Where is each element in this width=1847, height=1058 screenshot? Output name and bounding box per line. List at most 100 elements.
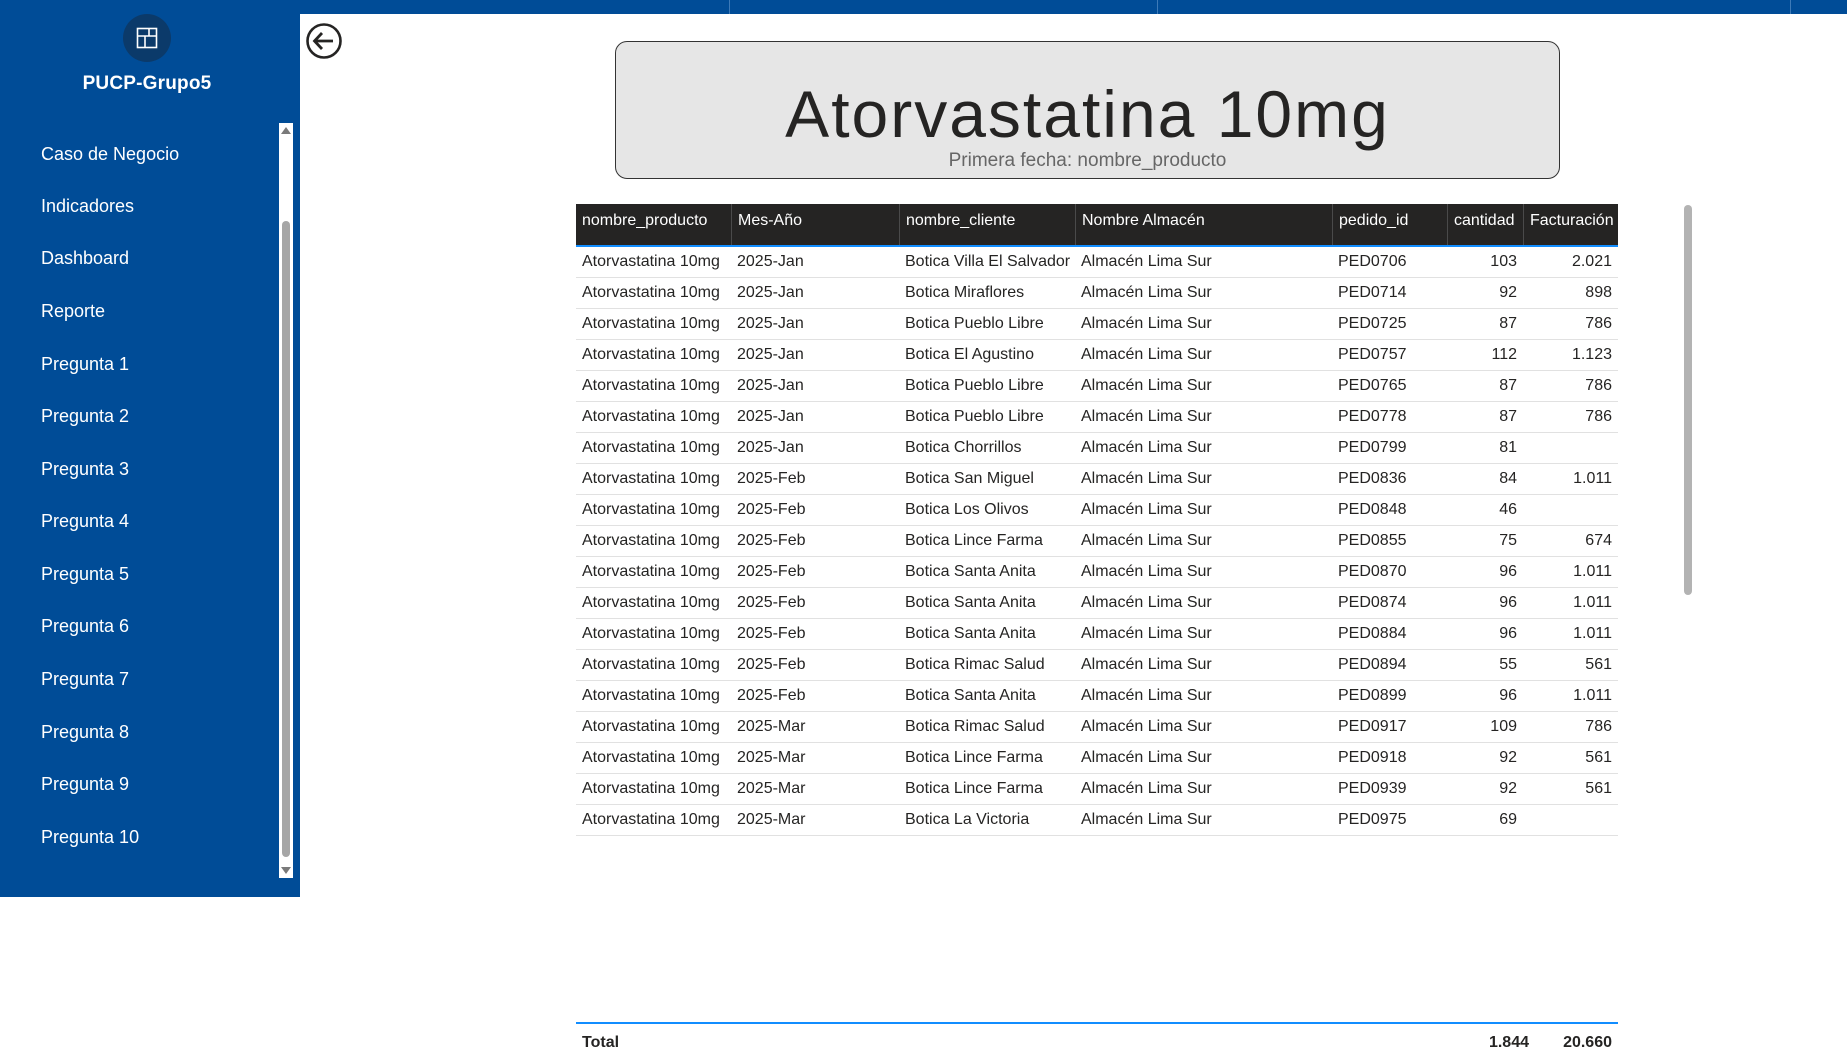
table-cell-nombre-producto: Atorvastatina 10mg [582,253,720,270]
table-cell-cantidad: 81 [1499,439,1517,456]
table-cell-cantidad: 92 [1499,749,1517,766]
table-cell-nombre-almac-n: Almacén Lima Sur [1081,284,1212,301]
table-cell-pedido-id: PED0725 [1338,315,1407,332]
sidebar-item-reporte[interactable]: Reporte [41,301,105,322]
table-cell-cantidad: 87 [1499,377,1517,394]
table-cell-nombre-cliente: Botica Pueblo Libre [905,408,1044,425]
sidebar-scrollbar[interactable] [279,123,293,878]
table-cell-nombre-producto: Atorvastatina 10mg [582,718,720,735]
sidebar-item-pregunta-3[interactable]: Pregunta 3 [41,459,129,480]
table-row[interactable]: Atorvastatina 10mg 2025-Feb Botica Santa A… [576,681,1618,712]
table-cell-facturaci-n: 786 [1585,408,1612,425]
table-cell-nombre-almac-n: Almacén Lima Sur [1081,470,1212,487]
table-cell-pedido-id: PED0918 [1338,749,1407,766]
table-body[interactable]: Atorvastatina 10mg 2025-Jan Botica Villa E… [576,247,1618,1023]
column-header-cantidad[interactable]: cantidad [1447,204,1523,245]
sidebar-item-caso-de-negocio[interactable]: Caso de Negocio [41,144,179,165]
scrollbar-thumb[interactable] [282,221,290,857]
table-row[interactable]: Atorvastatina 10mg 2025-Feb Botica Santa A… [576,588,1618,619]
sidebar-item-pregunta-4[interactable]: Pregunta 4 [41,511,129,532]
column-header-pedido-id[interactable]: pedido_id [1332,204,1447,245]
table-cell-nombre-cliente: Botica El Agustino [905,346,1034,363]
table-scrollbar-thumb[interactable] [1684,205,1692,595]
top-tab-strip [300,0,1847,14]
table-row[interactable]: Atorvastatina 10mg 2025-Feb Botica Santa A… [576,557,1618,588]
table-row[interactable]: Atorvastatina 10mg 2025-Mar Botica La Vict… [576,805,1618,836]
table-cell-pedido-id: PED0917 [1338,718,1407,735]
table-cell-pedido-id: PED0757 [1338,346,1407,363]
sidebar-item-indicadores[interactable]: Indicadores [41,196,134,217]
table-cell-nombre-almac-n: Almacén Lima Sur [1081,253,1212,270]
table-row[interactable]: Atorvastatina 10mg 2025-Jan Botica Miraflo… [576,278,1618,309]
table-row[interactable]: Atorvastatina 10mg 2025-Feb Botica Lince F… [576,526,1618,557]
table-cell-nombre-almac-n: Almacén Lima Sur [1081,408,1212,425]
table-cell-nombre-cliente: Botica La Victoria [905,811,1030,828]
sidebar-item-pregunta-8[interactable]: Pregunta 8 [41,722,129,743]
table-cell-facturaci-n: 561 [1585,656,1612,673]
column-header-nombre-cliente[interactable]: nombre_cliente [899,204,1075,245]
column-header-facturaci-n[interactable]: Facturación [1523,204,1618,245]
table-cell-facturaci-n: 786 [1585,315,1612,332]
table-cell-facturaci-n: 786 [1585,377,1612,394]
table-row[interactable]: Atorvastatina 10mg 2025-Feb Botica San Mig… [576,464,1618,495]
table-cell-nombre-almac-n: Almacén Lima Sur [1081,687,1212,704]
table-row[interactable]: Atorvastatina 10mg 2025-Jan Botica Pueblo … [576,402,1618,433]
table-cell-mes-a-o: 2025-Feb [737,501,806,518]
table-row[interactable]: Atorvastatina 10mg 2025-Feb Botica Los Oli… [576,495,1618,526]
table-cell-nombre-cliente: Botica Santa Anita [905,563,1036,580]
sidebar-item-pregunta-1[interactable]: Pregunta 1 [41,354,129,375]
table-cell-nombre-producto: Atorvastatina 10mg [582,687,720,704]
table-cell-pedido-id: PED0714 [1338,284,1407,301]
table-cell-cantidad: 75 [1499,532,1517,549]
scroll-down-arrow-icon[interactable] [281,867,291,874]
table-cell-nombre-producto: Atorvastatina 10mg [582,780,720,797]
table-cell-nombre-almac-n: Almacén Lima Sur [1081,811,1212,828]
table-cell-pedido-id: PED0899 [1338,687,1407,704]
card-subtitle: Primera fecha: nombre_producto [948,150,1227,171]
card-title: Atorvastatina 10mg [785,77,1390,151]
table-cell-mes-a-o: 2025-Feb [737,532,806,549]
table-cell-facturaci-n: 674 [1585,532,1612,549]
table-cell-mes-a-o: 2025-Feb [737,470,806,487]
table-row[interactable]: Atorvastatina 10mg 2025-Feb Botica Santa A… [576,619,1618,650]
column-header-nombre-almac-n[interactable]: Nombre Almacén [1075,204,1332,245]
table-cell-pedido-id: PED0706 [1338,253,1407,270]
sidebar-item-pregunta-9[interactable]: Pregunta 9 [41,774,129,795]
table-row[interactable]: Atorvastatina 10mg 2025-Mar Botica Lince F… [576,774,1618,805]
table-cell-nombre-producto: Atorvastatina 10mg [582,532,720,549]
table-cell-facturaci-n: 1.011 [1573,470,1612,487]
table-cell-mes-a-o: 2025-Jan [737,408,804,425]
table-cell-nombre-cliente: Botica Chorrillos [905,439,1022,456]
table-cell-pedido-id: PED0870 [1338,563,1407,580]
table-cell-nombre-cliente: Botica Rimac Salud [905,718,1045,735]
table-cell-nombre-almac-n: Almacén Lima Sur [1081,718,1212,735]
back-button[interactable] [305,22,343,60]
sidebar-item-dashboard[interactable]: Dashboard [41,248,129,269]
table-cell-nombre-cliente: Botica Villa El Salvador [905,253,1071,270]
table-row[interactable]: Atorvastatina 10mg 2025-Jan Botica Pueblo … [576,371,1618,402]
sidebar-item-pregunta-10[interactable]: Pregunta 10 [41,827,139,848]
column-header-mes-a-o[interactable]: Mes-Año [731,204,899,245]
table-cell-pedido-id: PED0975 [1338,811,1407,828]
table-row[interactable]: Atorvastatina 10mg 2025-Jan Botica Pueblo … [576,309,1618,340]
sidebar-item-pregunta-6[interactable]: Pregunta 6 [41,616,129,637]
table-cell-mes-a-o: 2025-Feb [737,563,806,580]
table-total-row: Total 1.844 20.660 [576,1028,1618,1058]
table-cell-nombre-cliente: Botica Santa Anita [905,687,1036,704]
table-row[interactable]: Atorvastatina 10mg 2025-Mar Botica Lince F… [576,743,1618,774]
table-row[interactable]: Atorvastatina 10mg 2025-Feb Botica Rimac S… [576,650,1618,681]
workspace-icon[interactable] [123,14,171,62]
column-header-nombre-producto[interactable]: nombre_producto [576,204,731,245]
sidebar-item-pregunta-2[interactable]: Pregunta 2 [41,406,129,427]
total-facturacion: 20.660 [1563,1034,1612,1051]
sidebar-item-pregunta-5[interactable]: Pregunta 5 [41,564,129,585]
table-row[interactable]: Atorvastatina 10mg 2025-Jan Botica Villa E… [576,247,1618,278]
scroll-up-arrow-icon[interactable] [281,127,291,134]
table-row[interactable]: Atorvastatina 10mg 2025-Mar Botica Rimac S… [576,712,1618,743]
sidebar-item-pregunta-7[interactable]: Pregunta 7 [41,669,129,690]
table-cell-pedido-id: PED0894 [1338,656,1407,673]
table-cell-nombre-almac-n: Almacén Lima Sur [1081,377,1212,394]
table-row[interactable]: Atorvastatina 10mg 2025-Jan Botica Chorril… [576,433,1618,464]
table-cell-mes-a-o: 2025-Jan [737,284,804,301]
table-row[interactable]: Atorvastatina 10mg 2025-Jan Botica El Agus… [576,340,1618,371]
